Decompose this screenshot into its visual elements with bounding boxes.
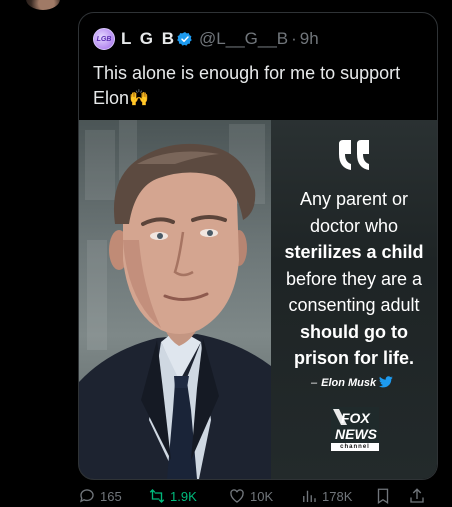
- heart-icon: [230, 489, 244, 503]
- quote-line: sterilizes a child: [284, 242, 424, 262]
- quoted-post-card[interactable]: LGB L G B @L__G__B · 9h This alone is en…: [78, 12, 438, 480]
- portrait-figure: [79, 143, 271, 479]
- portrait-photo: [79, 120, 271, 479]
- retweet-button[interactable]: 1.9K: [148, 487, 197, 505]
- quoted-post-header: LGB L G B @L__G__B · 9h: [93, 28, 319, 50]
- quoted-author-avatar[interactable]: LGB: [93, 28, 115, 50]
- views-chart-icon: [303, 490, 316, 502]
- quote-line: consenting adult: [288, 295, 420, 315]
- bookmark-icon: [377, 488, 389, 505]
- quote-attribution: – Elon Musk: [311, 376, 393, 389]
- share-button[interactable]: [408, 487, 426, 505]
- reply-button[interactable]: 165: [78, 487, 122, 505]
- avatar-label: LGB: [96, 35, 112, 43]
- quoted-author-handle[interactable]: @L__G__B: [199, 29, 288, 49]
- bookmark-button[interactable]: [374, 487, 392, 505]
- action-bar: 165 1.9K 10K 178K: [78, 487, 438, 507]
- twitter-bird-icon: [379, 376, 393, 388]
- views-count: 178K: [322, 488, 353, 504]
- logo-line2: NEWS: [335, 426, 378, 442]
- quote-panel: Any parent or doctor who sterilizes a ch…: [271, 120, 437, 479]
- fox-news-logo: FOX NEWS: [331, 407, 379, 443]
- poster-avatar[interactable]: [26, 0, 60, 10]
- quote-line: before they are a: [285, 268, 423, 289]
- post-timestamp[interactable]: 9h: [300, 29, 319, 49]
- verified-badge-icon: [177, 31, 193, 47]
- share-icon: [410, 488, 424, 503]
- attribution-dash: –: [311, 377, 318, 389]
- post-image[interactable]: Any parent or doctor who sterilizes a ch…: [79, 120, 437, 479]
- reply-icon: [79, 489, 94, 503]
- retweet-count: 1.9K: [170, 488, 197, 504]
- quote-text: Any parent or doctor who sterilizes a ch…: [271, 186, 437, 372]
- logo-subtitle: channel: [331, 443, 379, 451]
- attribution-name: Elon Musk: [321, 377, 377, 389]
- quote-line: should go to: [300, 321, 408, 342]
- like-button[interactable]: 10K: [228, 487, 273, 505]
- quoted-author-name[interactable]: L G B: [121, 29, 176, 49]
- reply-count: 165: [100, 488, 122, 504]
- raised-hands-icon: 🙌: [129, 90, 149, 107]
- retweet-icon: [149, 489, 165, 503]
- logo-line1: FOX: [341, 410, 371, 426]
- views-button[interactable]: 178K: [300, 487, 352, 505]
- quote-mark-icon: [339, 140, 369, 170]
- quote-line: prison for life.: [293, 348, 414, 368]
- header-separator: ·: [291, 29, 297, 48]
- quote-line: doctor who: [309, 215, 399, 236]
- quote-line: Any parent or: [299, 189, 409, 209]
- like-count: 10K: [250, 488, 274, 504]
- quoted-post-text: This alone is enough for me to support E…: [93, 61, 413, 111]
